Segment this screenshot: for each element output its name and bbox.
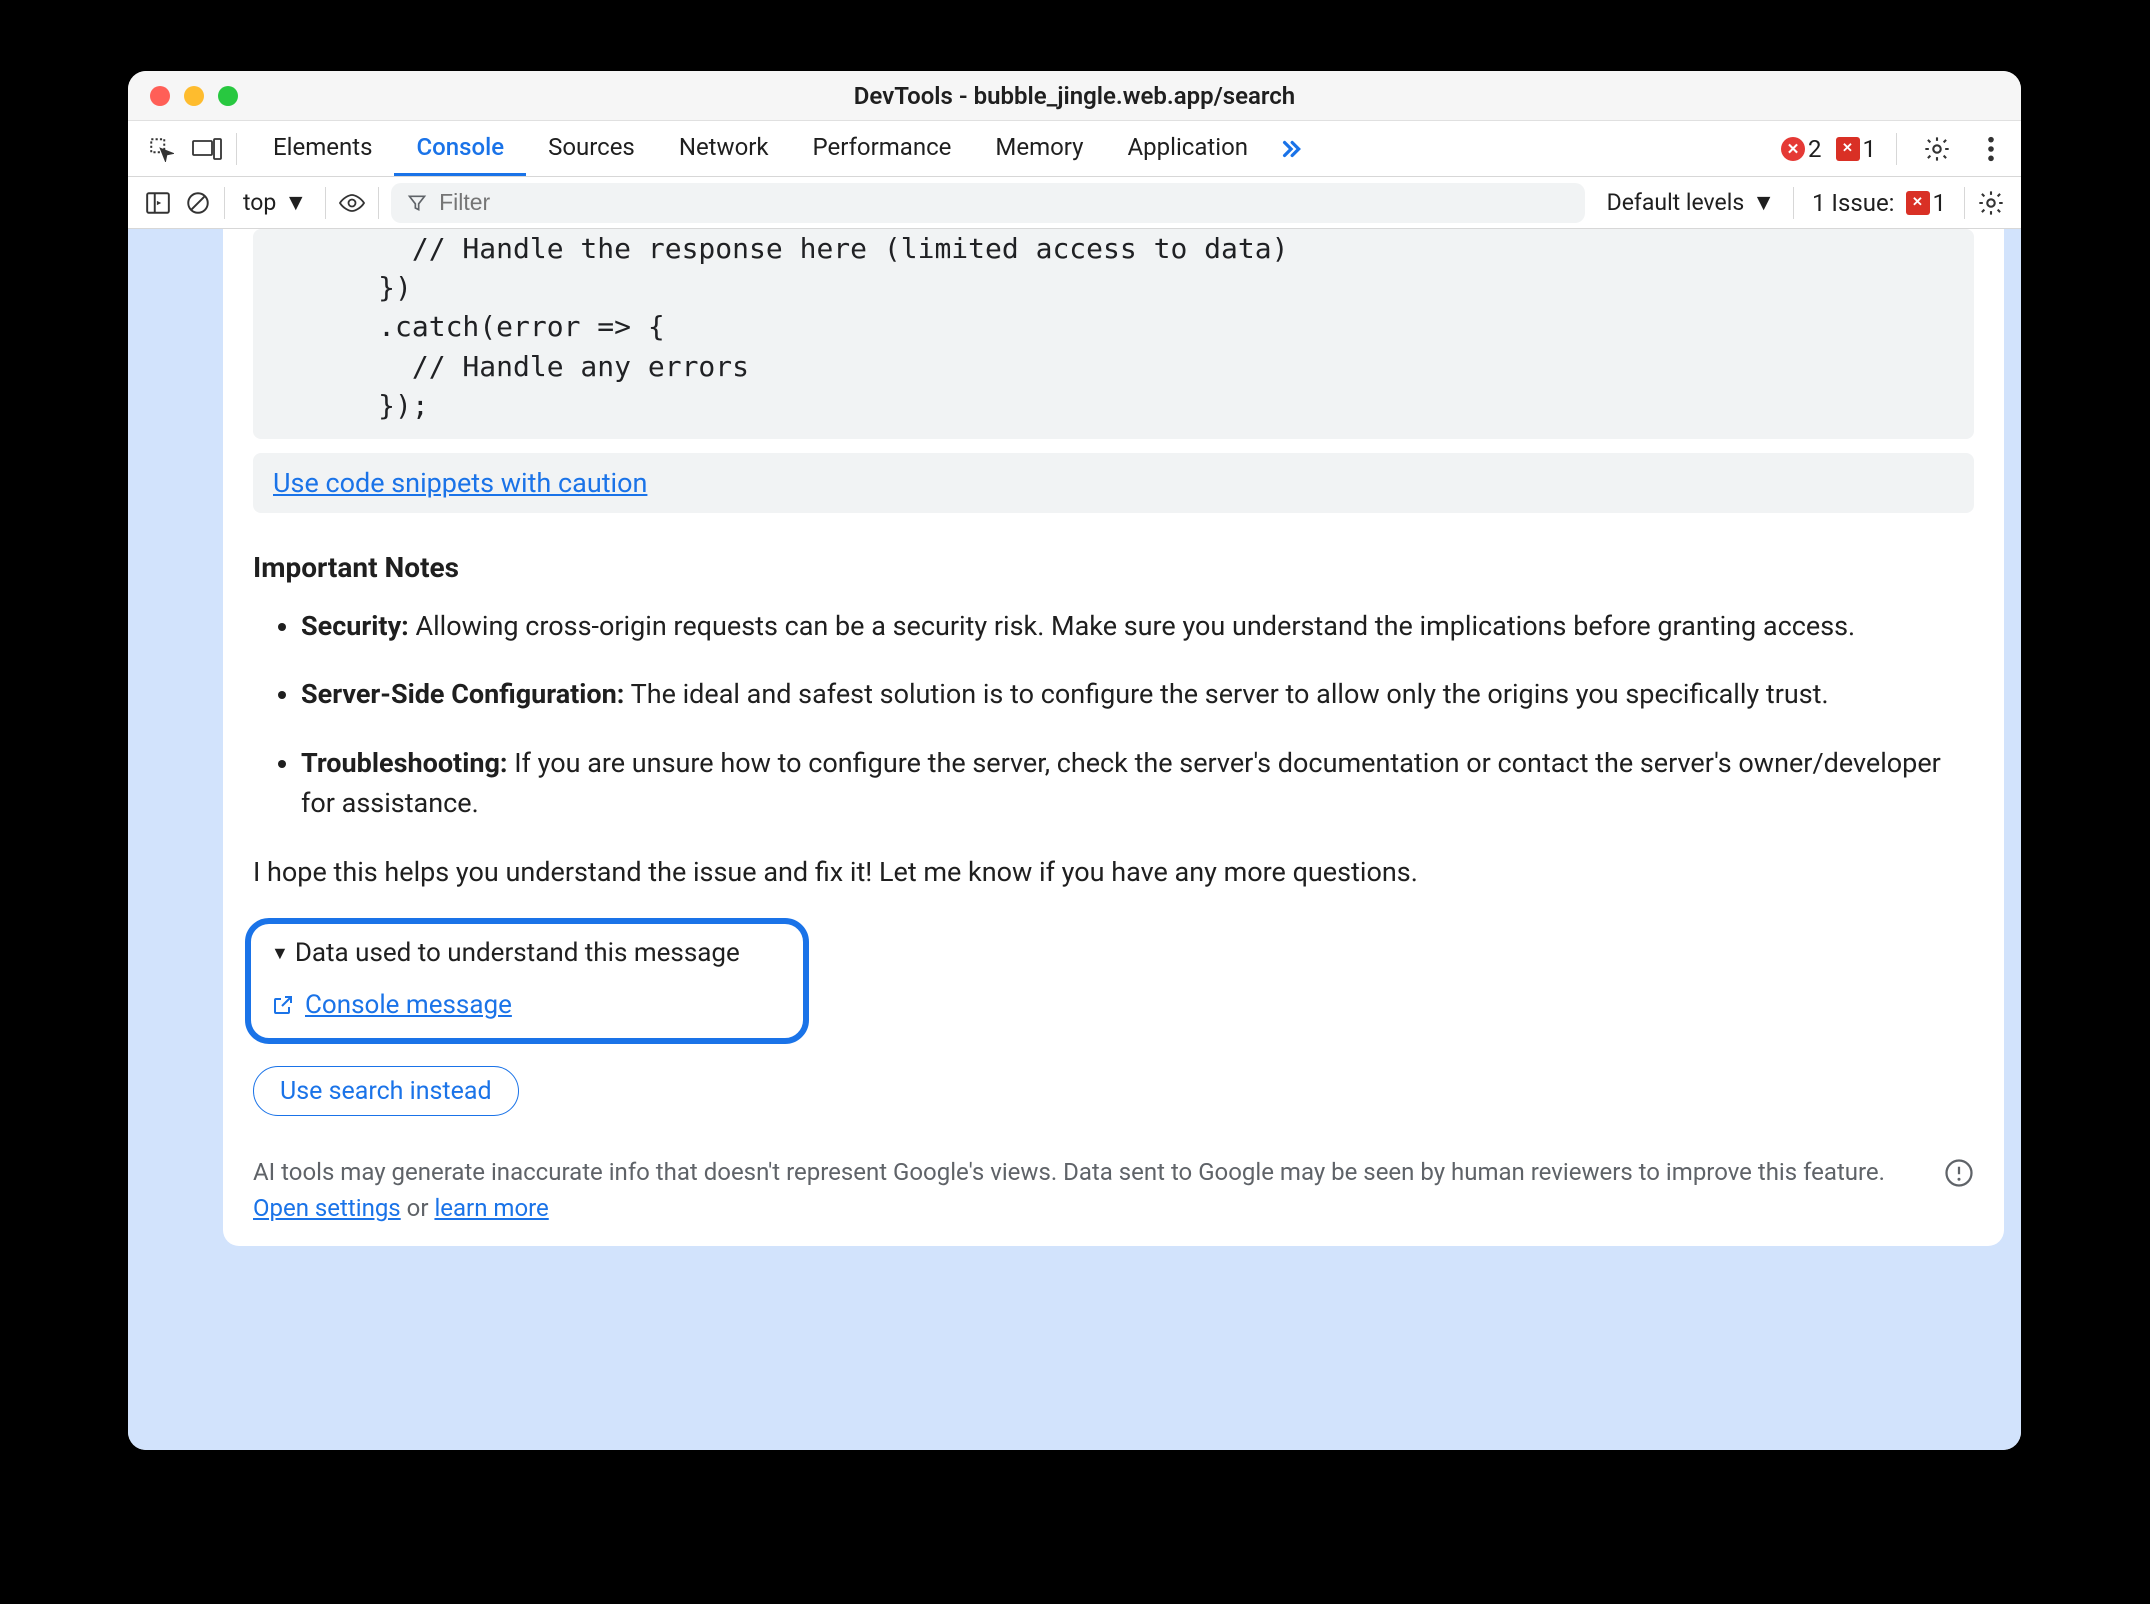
tab-elements[interactable]: Elements (251, 121, 394, 176)
tab-memory[interactable]: Memory (973, 121, 1105, 176)
code-snippet-box: // Handle the response here (limited acc… (253, 229, 1974, 439)
issue-label: 1 Issue: (1812, 189, 1895, 217)
separator (224, 187, 225, 219)
closing-text: I hope this helps you understand the iss… (253, 852, 1974, 893)
console-body: // Handle the response here (limited acc… (128, 229, 2021, 1450)
devtools-tabs-row: Elements Console Sources Network Perform… (128, 121, 2021, 177)
mac-titlebar: DevTools - bubble_jingle.web.app/search (128, 71, 2021, 121)
traffic-lights (150, 86, 238, 106)
issues-count: 1 (1863, 135, 1877, 163)
panel-tabs: Elements Console Sources Network Perform… (251, 121, 1270, 176)
tab-network[interactable]: Network (657, 121, 791, 176)
data-used-section: ▼ Data used to understand this message C… (245, 918, 809, 1044)
more-menu-icon[interactable] (1971, 129, 2011, 169)
more-tabs-icon[interactable] (1270, 129, 1310, 169)
window-title: DevTools - bubble_jingle.web.app/search (128, 82, 2021, 110)
minimize-window-button[interactable] (184, 86, 204, 106)
ai-disclaimer: AI tools may generate inaccurate info th… (253, 1154, 1974, 1226)
data-used-label: Data used to understand this message (295, 938, 740, 968)
errors-badge[interactable]: ✕ 2 (1781, 135, 1822, 163)
filter-box[interactable] (391, 183, 1585, 223)
ai-insight-card: // Handle the response here (limited acc… (223, 229, 2004, 1246)
console-settings-gear-icon[interactable] (1971, 183, 2011, 223)
context-label: top (243, 189, 276, 216)
console-message-link-row: Console message (271, 990, 783, 1020)
close-window-button[interactable] (150, 86, 170, 106)
context-selector[interactable]: top ▼ (231, 183, 319, 223)
separator (236, 133, 237, 165)
note-config: Server-Side Configuration: The ideal and… (301, 674, 1944, 715)
chevron-down-icon: ▼ (1752, 189, 1775, 216)
caution-link[interactable]: Use code snippets with caution (273, 467, 647, 499)
use-search-instead-button[interactable]: Use search instead (253, 1066, 519, 1116)
code-snippet: // Handle the response here (limited acc… (253, 229, 1974, 425)
status-badges: ✕ 2 ✕ 1 (1781, 129, 2011, 169)
error-icon: ✕ (1781, 137, 1805, 161)
issue-flag-icon: ✕ (1906, 191, 1930, 215)
console-message-link[interactable]: Console message (305, 990, 512, 1020)
disclosure-triangle-icon: ▼ (271, 943, 289, 964)
filter-input[interactable] (439, 189, 1569, 216)
log-levels-label: Default levels (1607, 189, 1745, 216)
settings-gear-icon[interactable] (1917, 129, 1957, 169)
separator (378, 187, 379, 219)
inspect-element-icon[interactable] (138, 121, 184, 177)
separator (1964, 187, 1965, 219)
tab-application[interactable]: Application (1106, 121, 1271, 176)
note-security: Security: Allowing cross-origin requests… (301, 606, 1944, 647)
toggle-drawer-icon[interactable] (138, 183, 178, 223)
open-settings-link[interactable]: Open settings (253, 1194, 401, 1222)
notes-heading: Important Notes (253, 551, 1974, 584)
zoom-window-button[interactable] (218, 86, 238, 106)
issue-flag-icon: ✕ (1836, 137, 1860, 161)
separator (1793, 187, 1794, 219)
errors-count: 2 (1808, 135, 1822, 163)
info-warning-icon (1944, 1158, 1974, 1188)
separator (1896, 133, 1897, 165)
issue-count: 1 (1933, 189, 1947, 217)
open-external-icon (271, 993, 295, 1017)
issue-indicator[interactable]: 1 Issue: ✕ 1 (1800, 189, 1958, 217)
disclaimer-text-2: or (401, 1194, 435, 1222)
note-troubleshoot: Troubleshooting: If you are unsure how t… (301, 743, 1944, 824)
tab-performance[interactable]: Performance (791, 121, 974, 176)
log-levels-selector[interactable]: Default levels ▼ (1595, 183, 1787, 223)
device-toolbar-icon[interactable] (184, 121, 230, 177)
learn-more-link[interactable]: learn more (434, 1194, 548, 1222)
data-used-toggle[interactable]: ▼ Data used to understand this message (271, 938, 783, 968)
tab-console[interactable]: Console (394, 121, 526, 176)
tab-sources[interactable]: Sources (526, 121, 657, 176)
separator (325, 187, 326, 219)
issues-badge[interactable]: ✕ 1 (1836, 135, 1877, 163)
caution-box: Use code snippets with caution (253, 453, 1974, 513)
filter-icon (407, 193, 427, 213)
live-expression-icon[interactable] (332, 183, 372, 223)
console-toolbar: top ▼ Default levels ▼ 1 Issue: ✕ 1 (128, 177, 2021, 229)
devtools-window: DevTools - bubble_jingle.web.app/search … (128, 71, 2021, 1450)
chevron-down-icon: ▼ (284, 189, 307, 216)
notes-list: Security: Allowing cross-origin requests… (301, 606, 1944, 824)
clear-console-icon[interactable] (178, 183, 218, 223)
disclaimer-text-1: AI tools may generate inaccurate info th… (253, 1158, 1885, 1186)
